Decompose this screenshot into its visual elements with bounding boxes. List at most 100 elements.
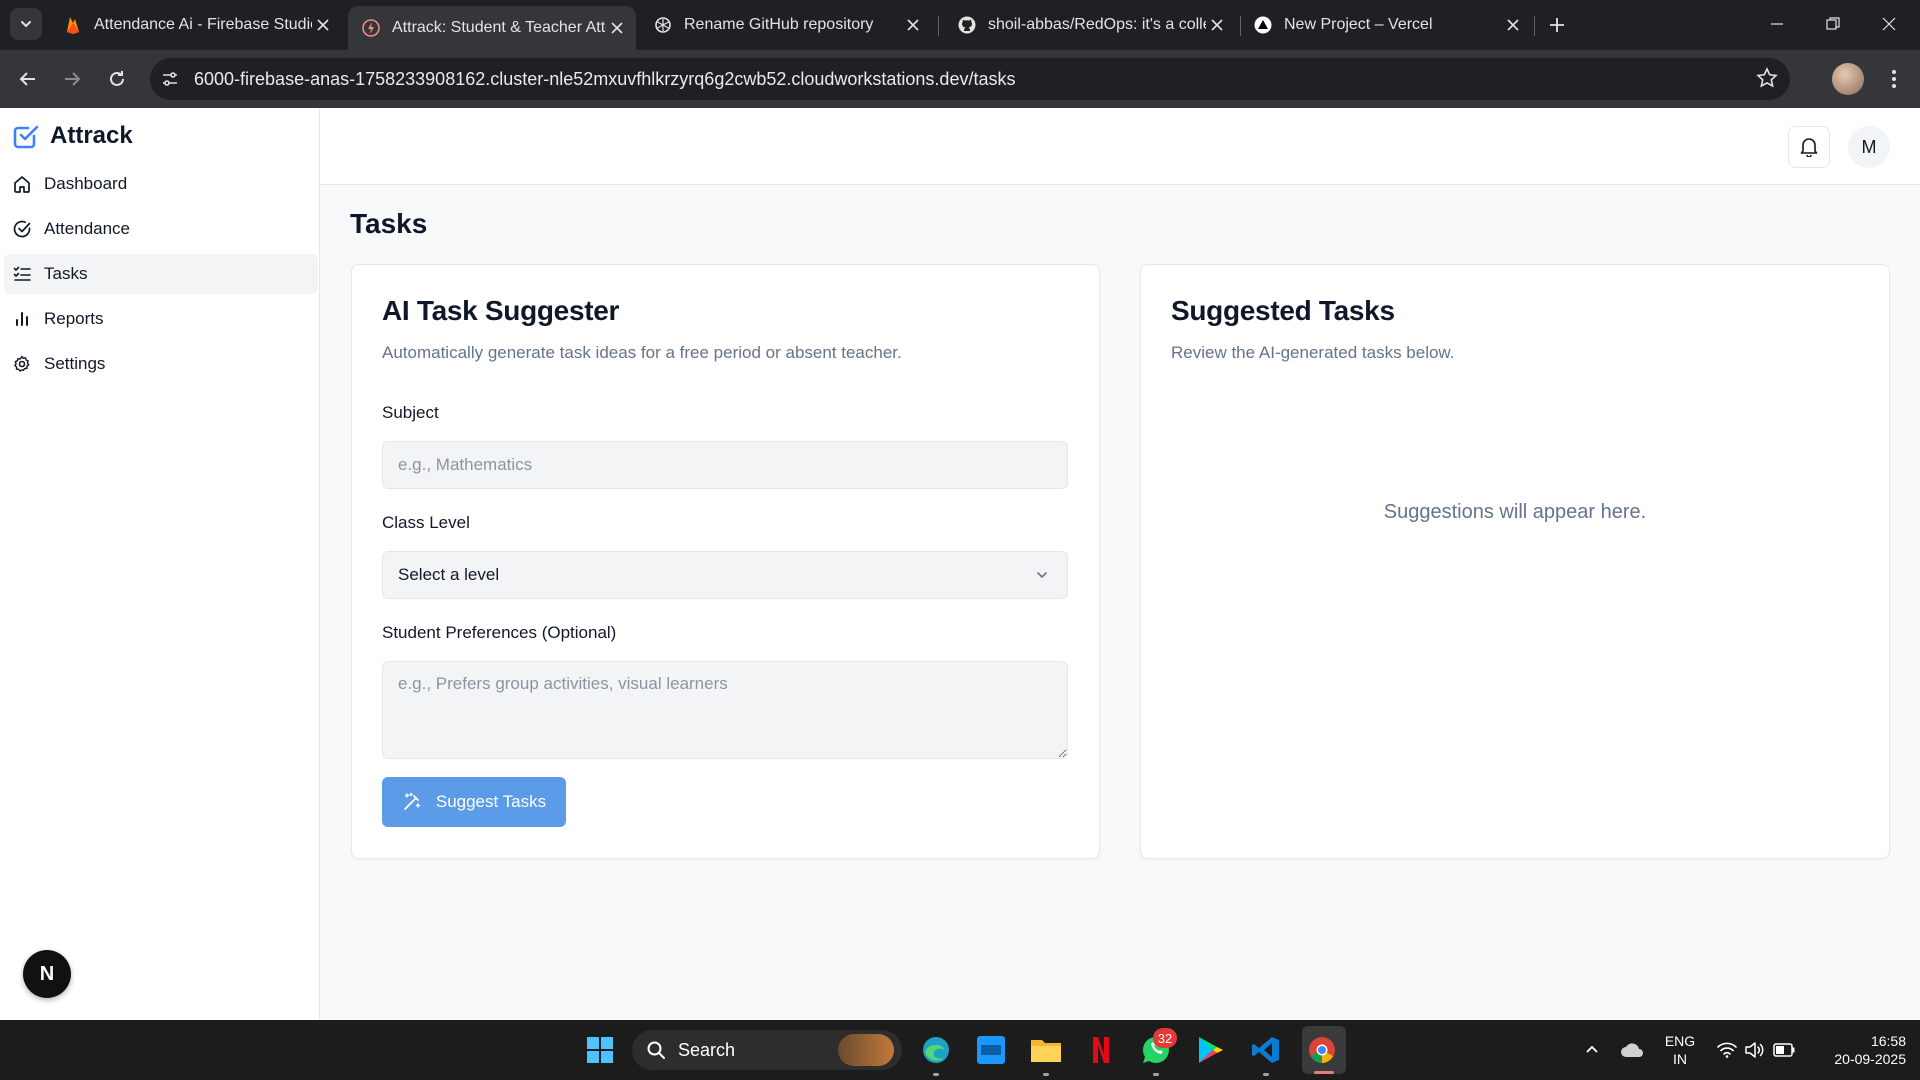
search-icon <box>646 1040 666 1060</box>
region-code: IN <box>1673 1051 1687 1067</box>
address-bar[interactable]: 6000-firebase-anas-1758233908162.cluster… <box>150 58 1790 100</box>
card-title: AI Task Suggester <box>382 295 620 326</box>
arrow-right-icon <box>63 70 81 88</box>
tab-title: Attrack: Student & Teacher Atte <box>392 19 606 36</box>
reload-icon <box>108 70 126 88</box>
student-preferences-textarea[interactable] <box>382 661 1068 759</box>
browser-tab-github[interactable]: shoil-abbas/RedOps: it's a colle <box>944 6 1236 44</box>
openai-icon <box>654 16 672 34</box>
close-icon[interactable] <box>902 14 924 36</box>
new-tab-button[interactable] <box>1544 12 1570 38</box>
back-button[interactable] <box>12 63 44 95</box>
firebase-icon <box>64 16 82 34</box>
running-indicator <box>1263 1073 1269 1076</box>
taskbar-vscode[interactable] <box>1246 1030 1286 1070</box>
sidebar-item-label: Reports <box>44 309 104 328</box>
search-label: Search <box>678 1039 736 1060</box>
show-hidden-icons-button[interactable] <box>1572 1030 1612 1070</box>
browser-menu-button[interactable] <box>1878 63 1910 95</box>
empty-state-message: Suggestions will appear here. <box>1383 501 1647 523</box>
taskbar-play-store[interactable] <box>1191 1030 1231 1070</box>
taskbar-search[interactable]: Search <box>632 1030 902 1070</box>
dev-tools-badge[interactable]: N <box>23 950 71 998</box>
taskbar-edge[interactable] <box>916 1030 956 1070</box>
bookmark-star-icon[interactable] <box>1756 67 1778 89</box>
taskbar-prime-video[interactable] <box>971 1030 1011 1070</box>
tab-separator <box>938 16 939 36</box>
close-icon[interactable] <box>606 17 628 39</box>
chevron-down-icon <box>19 17 33 31</box>
subject-input[interactable] <box>382 441 1068 489</box>
close-icon[interactable] <box>1206 14 1228 36</box>
check-circle-icon <box>12 219 32 239</box>
chevron-down-icon <box>1033 566 1051 584</box>
windows-logo-icon <box>586 1036 614 1064</box>
sidebar-item-attendance[interactable]: Attendance <box>4 209 318 249</box>
quick-settings-button[interactable] <box>1706 1030 1806 1070</box>
gear-icon <box>12 354 32 374</box>
clock[interactable]: 16:58 20-09-2025 <box>1806 1032 1906 1068</box>
active-app-indicator <box>1314 1071 1334 1074</box>
page-title: Tasks <box>350 208 428 239</box>
reload-button[interactable] <box>101 63 133 95</box>
close-icon[interactable] <box>1502 14 1524 36</box>
tab-title: Attendance Ai - Firebase Studio <box>94 16 312 33</box>
tab-search-button[interactable] <box>10 8 42 40</box>
forward-button[interactable] <box>56 63 88 95</box>
vercel-icon <box>1254 16 1272 34</box>
brand-name: Attrack <box>50 122 133 149</box>
sidebar-item-tasks[interactable]: Tasks <box>4 254 318 294</box>
browser-tab-vercel[interactable]: New Project – Vercel <box>1240 6 1532 44</box>
running-indicator <box>933 1073 939 1076</box>
sidebar-item-settings[interactable]: Settings <box>4 344 318 384</box>
taskbar-chrome[interactable] <box>1302 1030 1342 1070</box>
browser-tab-attrack[interactable]: Attrack: Student & Teacher Atte <box>348 6 636 50</box>
browser-tab-firebase[interactable]: Attendance Ai - Firebase Studio <box>50 6 342 44</box>
url-text: 6000-firebase-anas-1758233908162.cluster… <box>194 68 1016 89</box>
app-root: Attrack Dashboard Attendance Tasks Repor… <box>0 108 1920 1020</box>
minimize-button[interactable] <box>1754 8 1800 40</box>
restore-button[interactable] <box>1810 8 1856 40</box>
class-level-select[interactable]: Select a level <box>382 551 1068 599</box>
tab-title: New Project – Vercel <box>1284 16 1433 33</box>
prime-video-icon <box>976 1035 1006 1065</box>
brand-logo[interactable]: Attrack <box>12 122 133 150</box>
browser-tab-strip: Attendance Ai - Firebase Studio Attrack:… <box>0 0 1920 50</box>
plus-icon <box>1549 17 1565 33</box>
sidebar-item-dashboard[interactable]: Dashboard <box>4 164 318 204</box>
cloud-icon <box>1620 1042 1644 1058</box>
clock-time: 16:58 <box>1870 1033 1906 1049</box>
language-code: ENG <box>1664 1033 1696 1049</box>
close-icon[interactable] <box>312 14 334 36</box>
magic-wand-icon <box>402 792 422 812</box>
suggested-tasks-card: Suggested Tasks Review the AI-generated … <box>1140 264 1890 859</box>
site-info-icon[interactable] <box>154 63 186 95</box>
github-icon <box>958 16 976 34</box>
browser-toolbar: 6000-firebase-anas-1758233908162.cluster… <box>0 50 1920 108</box>
tab-separator <box>1534 16 1535 36</box>
browser-tab-rename-repo[interactable]: Rename GitHub repository <box>640 6 932 44</box>
running-indicator <box>1043 1073 1049 1076</box>
whatsapp-unread-badge: 32 <box>1153 1028 1177 1048</box>
onedrive-button[interactable] <box>1612 1030 1652 1070</box>
tab-title: shoil-abbas/RedOps: it's a colle <box>988 16 1206 33</box>
folder-icon <box>1030 1036 1062 1064</box>
taskbar-file-explorer[interactable] <box>1026 1030 1066 1070</box>
search-highlight-image <box>838 1034 894 1066</box>
close-window-button[interactable] <box>1866 8 1912 40</box>
user-avatar[interactable]: M <box>1848 126 1890 168</box>
profile-avatar[interactable] <box>1832 63 1864 95</box>
taskbar-netflix[interactable] <box>1081 1030 1121 1070</box>
sidebar-item-reports[interactable]: Reports <box>4 299 318 339</box>
sidebar-item-label: Tasks <box>44 264 88 283</box>
bar-chart-icon <box>12 309 32 329</box>
notifications-button[interactable] <box>1788 126 1830 168</box>
running-indicator <box>1153 1073 1159 1076</box>
sidebar-item-label: Settings <box>44 354 106 373</box>
app-header: M <box>320 108 1920 185</box>
card-description: Review the AI-generated tasks below. <box>1171 343 1455 362</box>
input-language[interactable]: ENG IN <box>1660 1032 1700 1068</box>
list-checks-icon <box>12 264 32 284</box>
start-button[interactable] <box>580 1030 620 1070</box>
suggest-tasks-button[interactable]: Suggest Tasks <box>382 777 566 827</box>
